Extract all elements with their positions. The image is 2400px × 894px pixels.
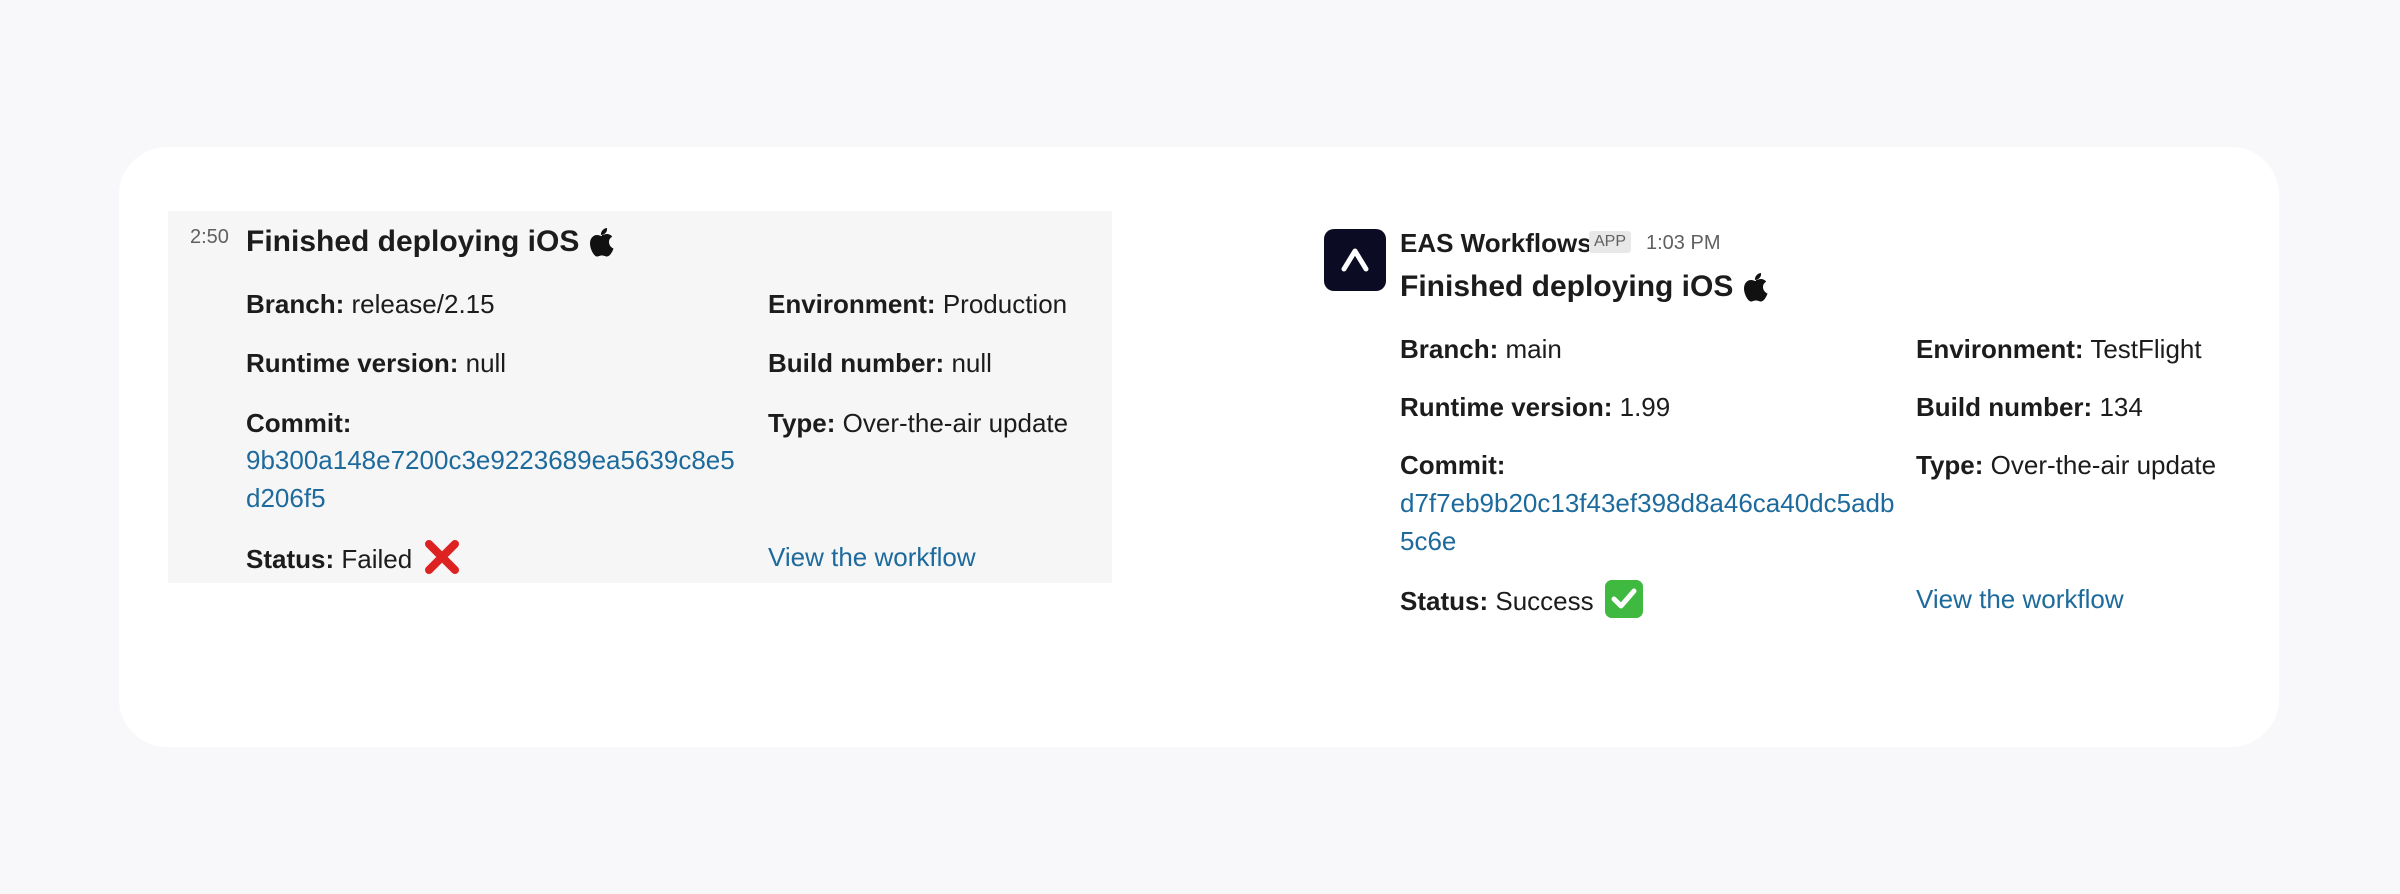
status-field: Status: Success [1400, 580, 1643, 620]
type-field: Type: Over-the-air update [768, 404, 1068, 442]
commit-field: Commit: [1400, 446, 1505, 484]
environment-value: TestFlight [2090, 334, 2202, 364]
apple-logo-icon [1744, 273, 1768, 302]
type-label: Type: [1916, 450, 1984, 480]
status-label: Status: [246, 544, 335, 574]
build-number-label: Build number: [1916, 392, 2093, 422]
environment-label: Environment: [768, 289, 936, 319]
commit-field: Commit: [246, 404, 351, 442]
runtime-label: Runtime version: [1400, 392, 1613, 422]
status-field: Status: Failed [246, 538, 461, 578]
message-title: Finished deploying iOS [1400, 270, 1771, 304]
message-title-text: Finished deploying iOS [246, 225, 580, 258]
app-badge: APP [1589, 231, 1632, 253]
type-label: Type: [768, 408, 836, 438]
commit-label: Commit: [246, 408, 352, 438]
expo-logo-icon [1341, 248, 1369, 272]
red-cross-icon [425, 540, 460, 574]
status-value: Success [1495, 586, 1594, 616]
build-number-field: Build number: null [768, 344, 992, 382]
commit-link[interactable]: d7f7eb9b20c13f43ef398d8a46ca40dc5adb5c6e [1400, 484, 1900, 560]
view-workflow-link[interactable]: View the workflow [1916, 580, 2124, 618]
commit-label: Commit: [1400, 450, 1506, 480]
green-check-icon [1604, 580, 1643, 618]
branch-field: Branch: main [1400, 330, 1562, 368]
build-number-value: null [951, 348, 992, 378]
view-workflow-link[interactable]: View the workflow [768, 538, 976, 576]
highlighted-message [168, 211, 1112, 583]
runtime-label: Runtime version: [246, 348, 459, 378]
runtime-value: null [465, 348, 507, 378]
message-timestamp[interactable]: 2:50 [190, 226, 229, 249]
branch-label: Branch: [246, 289, 345, 319]
commit-link[interactable]: 9b300a148e7200c3e9223689ea5639c8e5d206f5 [246, 441, 736, 517]
message-title-text: Finished deploying iOS [1400, 270, 1734, 303]
avatar[interactable] [1324, 229, 1386, 291]
build-number-value: 134 [2099, 392, 2143, 422]
environment-value: Production [942, 289, 1068, 319]
environment-field: Environment: Production [768, 285, 1067, 323]
type-value: Over-the-air update [842, 408, 1069, 438]
branch-value: release/2.15 [351, 289, 495, 319]
app-name[interactable]: EAS Workflows [1400, 228, 1592, 259]
runtime-field: Runtime version: 1.99 [1400, 388, 1670, 426]
status-label: Status: [1400, 586, 1489, 616]
type-value: Over-the-air update [1990, 450, 2217, 480]
build-number-field: Build number: 134 [1916, 388, 2143, 426]
branch-label: Branch: [1400, 334, 1499, 364]
message-title: Finished deploying iOS [246, 225, 617, 259]
runtime-field: Runtime version: null [246, 344, 506, 382]
branch-field: Branch: release/2.15 [246, 285, 495, 323]
status-value: Failed [341, 544, 413, 574]
apple-logo-icon [590, 228, 614, 257]
environment-label: Environment: [1916, 334, 2084, 364]
environment-field: Environment: TestFlight [1916, 330, 2202, 368]
branch-value: main [1505, 334, 1562, 364]
message-timestamp[interactable]: 1:03 PM [1646, 232, 1720, 255]
runtime-value: 1.99 [1619, 392, 1671, 422]
type-field: Type: Over-the-air update [1916, 446, 2216, 484]
build-number-label: Build number: [768, 348, 945, 378]
